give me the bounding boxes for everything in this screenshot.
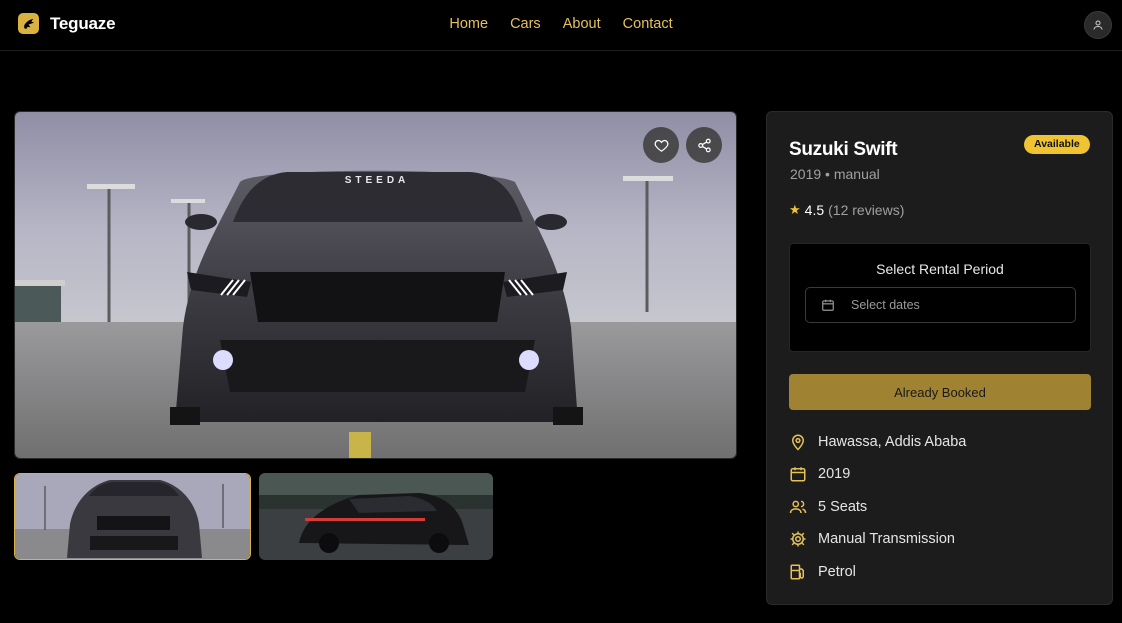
calendar-icon [790, 467, 806, 482]
main-nav: Home Cars About Contact [0, 16, 1122, 32]
fuel-icon [790, 564, 804, 580]
nav-contact[interactable]: Contact [623, 16, 673, 32]
rental-period-box: Select Rental Period Select dates [789, 243, 1091, 352]
main-car-image: STEEDA [14, 111, 737, 459]
status-badge: Available [1024, 135, 1090, 154]
map-pin-icon [791, 434, 805, 451]
thumbnail-2[interactable] [259, 473, 493, 560]
rental-period-title: Select Rental Period [876, 261, 1004, 277]
user-icon [1093, 20, 1103, 30]
spec-year: 2019 [789, 465, 850, 483]
favorite-button[interactable] [643, 127, 679, 163]
spec-seats-text: 5 Seats [818, 499, 868, 515]
heart-icon [654, 139, 668, 152]
spec-year-text: 2019 [818, 466, 851, 482]
date-range-picker[interactable]: Select dates [805, 287, 1076, 323]
windshield-banner-text: STEEDA [345, 175, 410, 186]
date-placeholder: Select dates [851, 298, 920, 312]
calendar-icon [822, 299, 834, 311]
gear-icon [790, 531, 806, 547]
car-transmission: manual [833, 166, 880, 182]
car-subtitle: 2019 • manual [790, 166, 880, 182]
share-icon [697, 138, 711, 152]
nav-home[interactable]: Home [449, 16, 488, 32]
review-count[interactable]: (12 reviews) [828, 202, 904, 218]
spec-transmission: Manual Transmission [789, 530, 955, 548]
already-booked-button[interactable]: Already Booked [789, 374, 1091, 410]
nav-about[interactable]: About [563, 16, 601, 32]
spec-location-text: Hawassa, Addis Ababa [818, 434, 967, 450]
spec-fuel-text: Petrol [818, 564, 856, 580]
car-title: Suzuki Swift [789, 139, 898, 160]
nav-cars[interactable]: Cars [510, 16, 541, 32]
share-button[interactable] [686, 127, 722, 163]
top-navbar: Teguaze Home Cars About Contact [0, 0, 1122, 51]
user-avatar-button[interactable] [1084, 11, 1112, 39]
car-year: 2019 [790, 166, 822, 182]
rating-score: 4.5 [804, 202, 825, 218]
users-icon [789, 500, 807, 514]
spec-seats: 5 Seats [789, 498, 867, 516]
spec-location: Hawassa, Addis Ababa [789, 433, 966, 451]
separator-dot: • [825, 166, 834, 182]
spec-transmission-text: Manual Transmission [818, 531, 955, 547]
car-details-panel: Suzuki Swift Available 2019 • manual ★ 4… [766, 111, 1113, 605]
rating: ★ 4.5 (12 reviews) [789, 202, 904, 218]
spec-fuel: Petrol [789, 563, 856, 581]
star-icon: ★ [789, 202, 801, 217]
thumbnail-1[interactable] [14, 473, 251, 560]
